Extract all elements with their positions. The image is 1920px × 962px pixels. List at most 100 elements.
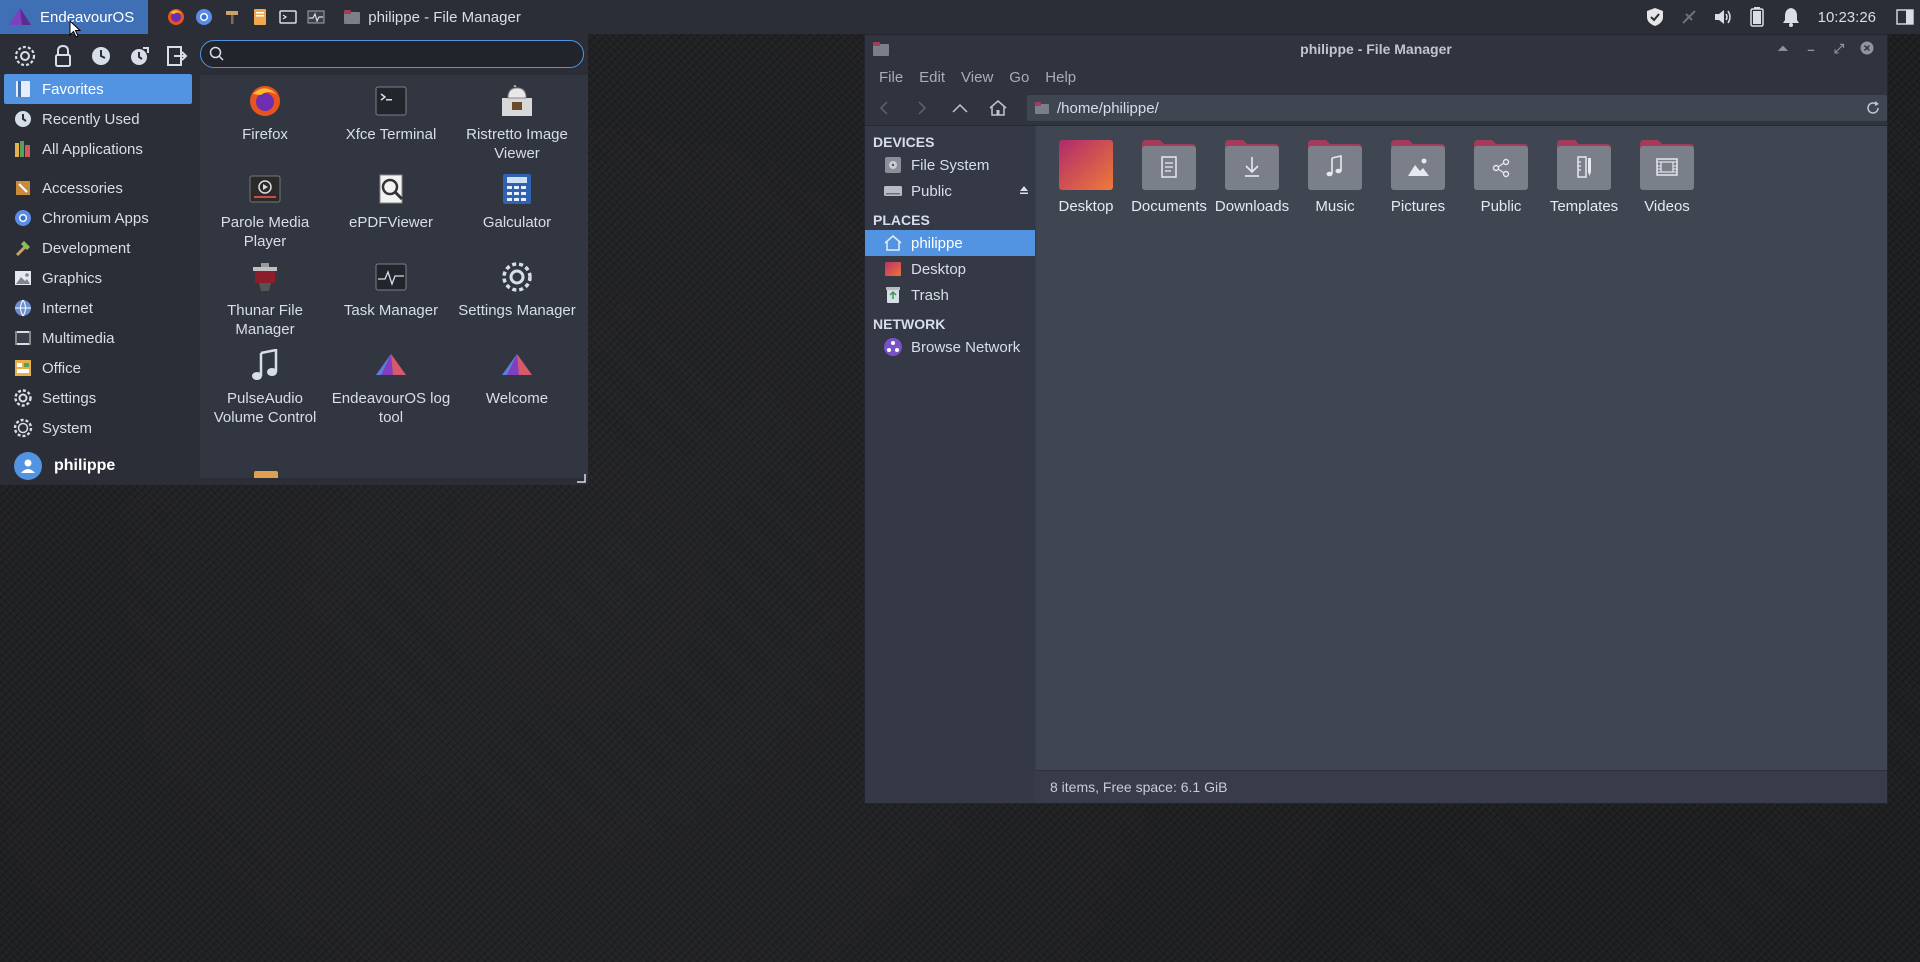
office-icon: [12, 357, 34, 379]
app-galculator[interactable]: Galculator: [454, 163, 580, 232]
category-label: Development: [42, 239, 131, 257]
location-bar[interactable]: /home/philippe/: [1027, 95, 1887, 121]
favorites-icon: [12, 78, 34, 100]
chromium-launcher[interactable]: [190, 0, 218, 34]
app-task-manager[interactable]: Task Manager: [328, 251, 454, 320]
reload-icon[interactable]: [1865, 100, 1881, 116]
category-all-applications[interactable]: All Applications: [4, 134, 192, 164]
firefox-launcher[interactable]: [162, 0, 190, 34]
menu-search-input[interactable]: [229, 44, 573, 66]
mouse-cursor-icon: [69, 20, 81, 38]
firefox-icon: [168, 9, 185, 25]
battery-tray-item[interactable]: [1740, 0, 1774, 34]
videos-folder-icon: [1640, 140, 1694, 190]
forward-button[interactable]: [903, 91, 941, 125]
sidebar-item-file-system[interactable]: File System: [865, 152, 1035, 178]
menu-file[interactable]: File: [871, 69, 911, 86]
category-office[interactable]: Office: [4, 353, 192, 383]
app-xfce-terminal[interactable]: Xfce Terminal: [328, 75, 454, 144]
chevron-up-icon: [952, 103, 968, 113]
log-out-button[interactable]: [158, 38, 196, 74]
folder-documents[interactable]: Documents: [1127, 138, 1211, 215]
close-button[interactable]: [1853, 41, 1881, 58]
folder-label: Documents: [1131, 198, 1207, 215]
sidebar-item-browse-network[interactable]: Browse Network: [865, 334, 1035, 360]
minimize-button[interactable]: –: [1797, 42, 1825, 57]
category-label: Settings: [42, 389, 97, 407]
app-parole-media-player[interactable]: Parole Media Player: [202, 163, 328, 251]
menu-go[interactable]: Go: [1001, 69, 1037, 86]
menu-search-box[interactable]: [200, 40, 584, 68]
app-firefox[interactable]: Firefox: [202, 75, 328, 144]
hammer-launcher[interactable]: [218, 0, 246, 34]
sidebar-item-public-device[interactable]: Public: [865, 178, 1035, 204]
app-epdfviewer[interactable]: ePDFViewer: [328, 163, 454, 232]
folder-downloads[interactable]: Downloads: [1210, 138, 1294, 215]
shade-button[interactable]: ⏶: [1769, 41, 1797, 57]
app-endeavouros-log-tool[interactable]: EndeavourOS log tool: [328, 339, 454, 427]
window-titlebar[interactable]: philippe - File Manager ⏶ – ⤢: [865, 35, 1887, 63]
task-manager-launcher[interactable]: [302, 0, 330, 34]
panel-clock[interactable]: 10:23:26: [1808, 9, 1890, 26]
menu-edit[interactable]: Edit: [911, 69, 953, 86]
app-settings-manager[interactable]: Settings Manager: [454, 251, 580, 320]
notes-launcher[interactable]: [246, 0, 274, 34]
menu-resize-grip-icon[interactable]: [576, 473, 586, 483]
notifications-tray-item[interactable]: [1774, 0, 1808, 34]
app-thunar-file-manager[interactable]: Thunar File Manager: [202, 251, 328, 339]
taskbar-window-title: philippe - File Manager: [368, 8, 521, 26]
category-multimedia[interactable]: Multimedia: [4, 323, 192, 353]
maximize-button[interactable]: ⤢: [1825, 41, 1853, 57]
network-header: NETWORK: [873, 316, 946, 332]
taskbar-window-button[interactable]: philippe - File Manager: [336, 0, 529, 34]
places-header: PLACES: [873, 212, 930, 228]
home-button[interactable]: [979, 91, 1017, 125]
sidebar-item-desktop[interactable]: Desktop: [865, 256, 1035, 282]
app-label: EndeavourOS log tool: [331, 390, 451, 426]
folder-videos[interactable]: Videos: [1625, 138, 1709, 215]
file-manager-window-icon: [873, 42, 889, 56]
category-graphics[interactable]: Graphics: [4, 263, 192, 293]
accessories-icon: [12, 177, 34, 199]
category-system[interactable]: System: [4, 413, 192, 443]
category-development[interactable]: Development: [4, 233, 192, 263]
home-icon: [989, 100, 1007, 116]
sidebar-item-trash[interactable]: Trash: [865, 282, 1035, 308]
show-desktop-button[interactable]: [1890, 0, 1920, 34]
lock-screen-button[interactable]: [44, 38, 82, 74]
app-welcome[interactable]: Welcome: [454, 339, 580, 408]
drive-icon: [883, 155, 903, 175]
category-chromium-apps[interactable]: Chromium Apps: [4, 203, 192, 233]
settings-manager-button[interactable]: [6, 38, 44, 74]
eject-icon[interactable]: [1019, 185, 1029, 195]
all-apps-icon: [12, 138, 34, 160]
back-button[interactable]: [865, 91, 903, 125]
switch-user-button[interactable]: [82, 38, 120, 74]
sidebar-item-home[interactable]: philippe: [865, 230, 1035, 256]
menu-view[interactable]: View: [953, 69, 1001, 86]
folder-music[interactable]: Music: [1293, 138, 1377, 215]
folder-pictures[interactable]: Pictures: [1376, 138, 1460, 215]
folder-public[interactable]: Public: [1459, 138, 1543, 215]
clock-icon: [92, 47, 110, 65]
show-desktop-icon: [1896, 9, 1914, 25]
category-accessories[interactable]: Accessories: [4, 173, 192, 203]
folder-view[interactable]: Desktop Documents Downloads Music Pictur…: [1036, 126, 1887, 770]
terminal-launcher[interactable]: [274, 0, 302, 34]
app-ristretto-image-viewer[interactable]: Ristretto Image Viewer: [454, 75, 580, 163]
menu-help[interactable]: Help: [1037, 69, 1084, 86]
app-pulseaudio-volume-control[interactable]: PulseAudio Volume Control: [202, 339, 328, 427]
network-tray-item[interactable]: [1672, 0, 1706, 34]
volume-tray-item[interactable]: [1706, 0, 1740, 34]
category-favorites[interactable]: Favorites: [4, 74, 192, 104]
category-recently-used[interactable]: Recently Used: [4, 104, 192, 134]
folder-desktop[interactable]: Desktop: [1044, 138, 1128, 215]
recent-icon: [12, 108, 34, 130]
category-internet[interactable]: Internet: [4, 293, 192, 323]
edit-applications-button[interactable]: [120, 38, 158, 74]
development-icon: [12, 237, 34, 259]
parent-folder-button[interactable]: [941, 91, 979, 125]
folder-templates[interactable]: Templates: [1542, 138, 1626, 215]
security-tray-item[interactable]: [1638, 0, 1672, 34]
category-settings[interactable]: Settings: [4, 383, 192, 413]
